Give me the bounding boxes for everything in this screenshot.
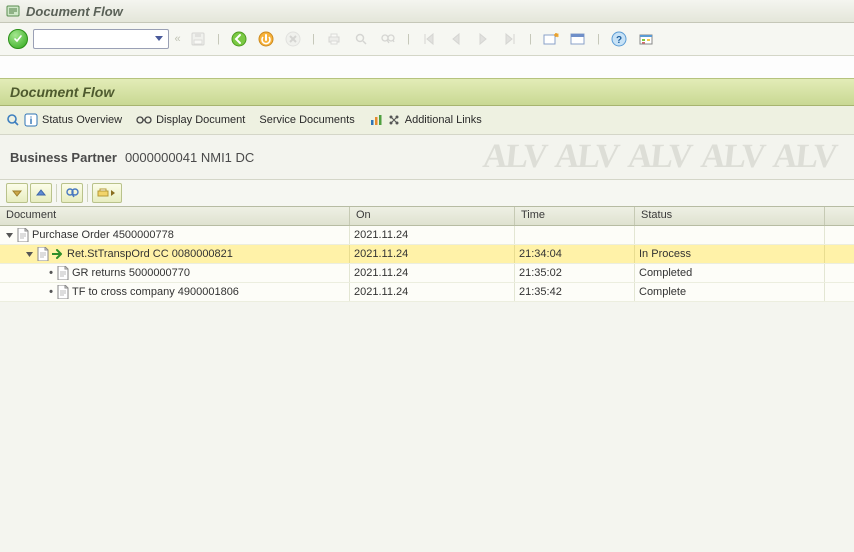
grid-body: Purchase Order 45000007782021.11.24Ret.S…	[0, 226, 854, 302]
section-header: Document Flow	[0, 78, 854, 106]
svg-text:i: i	[30, 116, 33, 127]
grid-header-row: Document On Time Status	[0, 207, 854, 226]
next-page-button[interactable]	[471, 28, 495, 50]
alv-toolbar	[0, 180, 854, 206]
app-toolbar: i Status Overview Display Document Servi…	[0, 106, 854, 135]
cell-time	[515, 226, 635, 244]
document-text: Purchase Order 4500000778	[32, 229, 174, 241]
display-document-button[interactable]: Display Document	[136, 114, 245, 126]
cell-status: In Process	[635, 245, 825, 263]
cell-time: 21:35:02	[515, 264, 635, 282]
print-tree-button[interactable]	[92, 183, 122, 203]
table-row[interactable]: • TF to cross company 4900001806 2021.11.2…	[0, 283, 854, 302]
watermark: ALVALVALVALVALV	[483, 135, 854, 179]
status-overview-label: Status Overview	[42, 114, 122, 126]
expand-all-button[interactable]	[6, 183, 28, 203]
tree-leaf-bullet: •	[48, 267, 54, 279]
window-titlebar: Document Flow	[0, 0, 854, 23]
cell-status: Complete	[635, 283, 825, 301]
col-header-document[interactable]: Document	[0, 207, 350, 225]
window-title: Document Flow	[26, 4, 123, 19]
cell-time: 21:35:42	[515, 283, 635, 301]
document-flow-grid[interactable]: Document On Time Status Purchase Order 4…	[0, 206, 854, 552]
exit-button[interactable]	[254, 28, 278, 50]
info-icon: i	[24, 113, 38, 127]
toolbar-separator	[87, 184, 88, 202]
toolbar-separator: |	[213, 33, 224, 45]
document-text: GR returns 5000000770	[72, 267, 190, 279]
cell-on: 2021.11.24	[350, 283, 515, 301]
customize-layout-button[interactable]	[634, 28, 658, 50]
cell-on: 2021.11.24	[350, 226, 515, 244]
global-toolbar: « | | | | | ?	[0, 23, 854, 56]
col-header-on[interactable]: On	[350, 207, 515, 225]
cell-time: 21:34:04	[515, 245, 635, 263]
system-menu-icon[interactable]	[6, 4, 20, 18]
service-documents-button[interactable]: Service Documents	[259, 114, 354, 126]
document-flow-grid-wrap: Document On Time Status Purchase Order 4…	[0, 206, 854, 552]
arrow-right-icon	[52, 249, 64, 259]
toolbar-separator	[56, 184, 57, 202]
status-overview-button[interactable]: i Status Overview	[6, 113, 122, 127]
tree-expander-icon[interactable]	[24, 249, 34, 259]
enter-button[interactable]	[6, 28, 30, 50]
cell-status: Completed	[635, 264, 825, 282]
col-header-status[interactable]: Status	[635, 207, 825, 225]
table-row[interactable]: Purchase Order 4500000778 2021.11.24	[0, 226, 854, 245]
document-text: TF to cross company 4900001806	[72, 286, 239, 298]
display-document-label: Display Document	[156, 114, 245, 126]
collapse-all-button[interactable]	[30, 183, 52, 203]
cell-document: Ret.StTranspOrd CC 0080000821	[0, 245, 350, 263]
table-row[interactable]: • GR returns 5000000770 2021.11.2421:35:02…	[0, 264, 854, 283]
prev-page-button[interactable]	[444, 28, 468, 50]
find-next-button[interactable]	[376, 28, 400, 50]
toolbar-separator: |	[403, 33, 414, 45]
first-page-button[interactable]	[417, 28, 441, 50]
toolbar-separator: |	[593, 33, 604, 45]
tree-leaf-bullet: •	[48, 286, 54, 298]
command-field[interactable]	[33, 29, 169, 49]
col-header-time[interactable]: Time	[515, 207, 635, 225]
magnifier-icon	[6, 113, 20, 127]
find-in-tree-button[interactable]	[61, 183, 83, 203]
document-icon	[57, 266, 69, 280]
generate-shortcut-button[interactable]	[566, 28, 590, 50]
cell-status	[635, 226, 825, 244]
toolbar-separator: «	[172, 33, 183, 45]
cancel-button[interactable]	[281, 28, 305, 50]
new-session-button[interactable]	[539, 28, 563, 50]
toolbar-separator: |	[525, 33, 536, 45]
find-button[interactable]	[349, 28, 373, 50]
tree-expander-icon[interactable]	[4, 230, 14, 240]
links-icon[interactable]	[387, 113, 401, 127]
document-text: Ret.StTranspOrd CC 0080000821	[67, 248, 233, 260]
help-button[interactable]: ?	[607, 28, 631, 50]
back-button[interactable]	[227, 28, 251, 50]
document-icon	[37, 247, 49, 261]
glasses-icon	[136, 115, 152, 125]
cell-on: 2021.11.24	[350, 264, 515, 282]
bar-chart-icon[interactable]	[369, 113, 383, 127]
cell-on: 2021.11.24	[350, 245, 515, 263]
service-documents-label: Service Documents	[259, 114, 354, 126]
additional-links-label: Additional Links	[405, 114, 482, 126]
cell-document: • TF to cross company 4900001806	[0, 283, 350, 301]
cell-document: • GR returns 5000000770	[0, 264, 350, 282]
print-button[interactable]	[322, 28, 346, 50]
additional-links-button[interactable]: Additional Links	[405, 114, 482, 126]
svg-text:?: ?	[616, 35, 622, 46]
last-page-button[interactable]	[498, 28, 522, 50]
business-partner-label: Business Partner	[10, 150, 117, 165]
additional-links-group: Additional Links	[369, 113, 482, 127]
document-icon	[57, 285, 69, 299]
dropdown-icon[interactable]	[152, 32, 166, 46]
toolbar-separator: |	[308, 33, 319, 45]
business-partner-band: Business Partner 0000000041 NMI1 DC ALVA…	[0, 135, 854, 180]
cell-document: Purchase Order 4500000778	[0, 226, 350, 244]
business-partner-value: 0000000041 NMI1 DC	[125, 150, 254, 165]
document-icon	[17, 228, 29, 242]
section-title: Document Flow	[10, 84, 114, 100]
table-row[interactable]: Ret.StTranspOrd CC 0080000821 2021.11.242…	[0, 245, 854, 264]
save-button[interactable]	[186, 28, 210, 50]
